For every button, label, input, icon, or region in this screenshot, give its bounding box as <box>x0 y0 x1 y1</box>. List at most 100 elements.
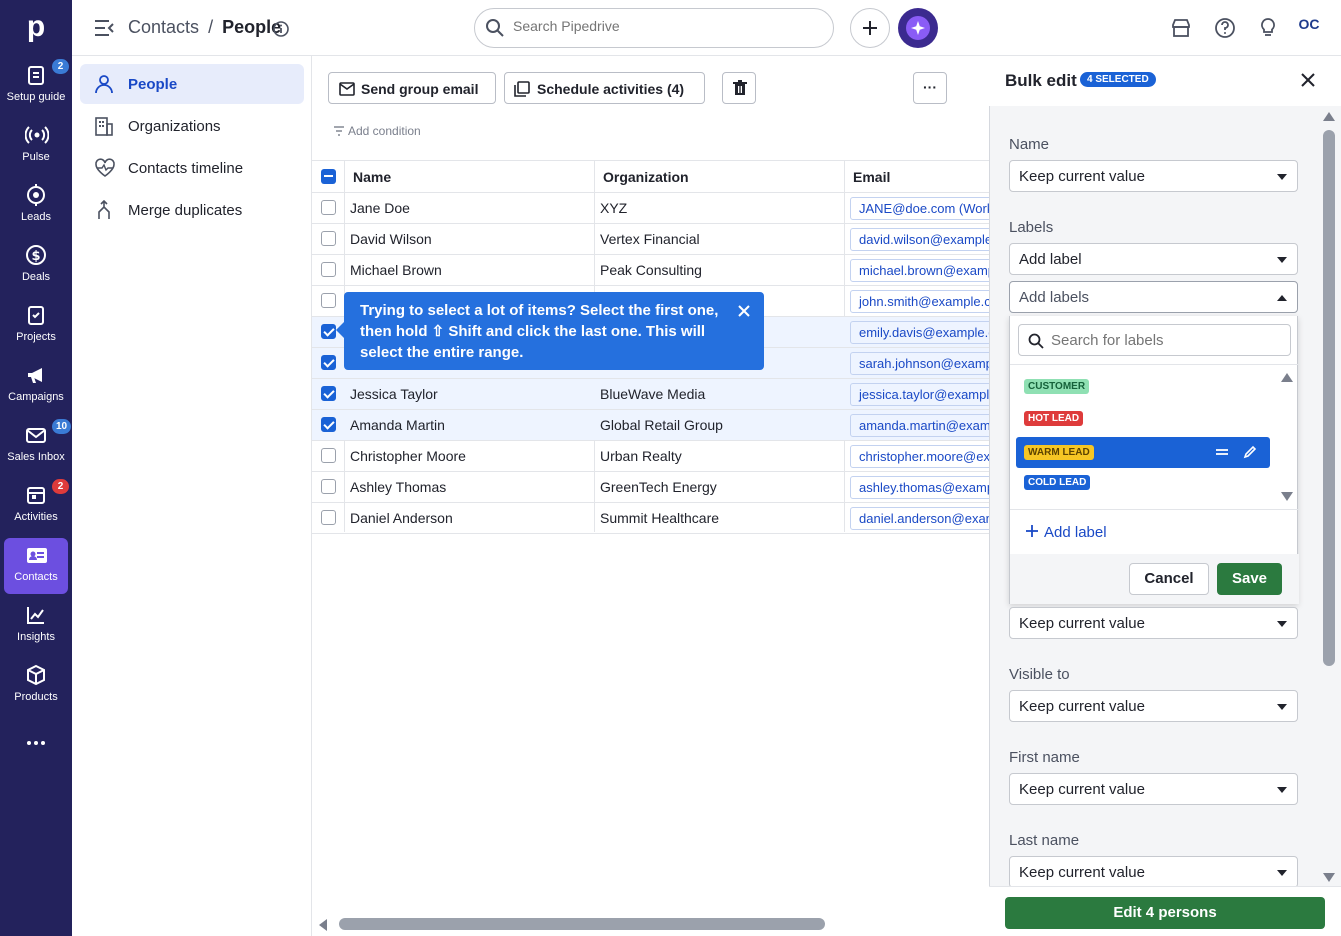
table-row[interactable]: Christopher Moore Urban Realty christopher… <box>312 441 1010 472</box>
nav-sales-inbox[interactable]: Sales Inbox 10 <box>4 418 72 474</box>
cell-email[interactable]: christopher.moore@example.com <box>850 445 1010 468</box>
nav-pulse[interactable]: Pulse <box>4 118 68 174</box>
column-header-organization[interactable]: Organization <box>603 161 689 193</box>
quick-add-button[interactable] <box>850 8 890 48</box>
save-button[interactable]: Save <box>1217 563 1282 595</box>
subnav-people[interactable]: People <box>80 64 304 104</box>
cell-name[interactable]: Amanda Martin <box>350 410 590 441</box>
table-row[interactable]: Daniel Anderson Summit Healthcare daniel.a… <box>312 503 1010 534</box>
cell-email[interactable]: john.smith@example.com <box>850 290 1010 313</box>
row-checkbox[interactable] <box>321 231 336 246</box>
row-checkbox[interactable] <box>321 293 336 308</box>
schedule-activities-button[interactable]: Schedule activities (4) <box>504 72 705 104</box>
cell-email[interactable]: jessica.taylor@example.com <box>850 383 1010 406</box>
marketplace-icon[interactable] <box>1170 17 1192 39</box>
row-checkbox[interactable] <box>321 417 336 432</box>
table-row[interactable]: Jane Doe XYZ JANE@doe.com (Work) <box>312 193 1010 224</box>
more-actions-button[interactable]: ··· <box>913 72 947 104</box>
lightbulb-icon[interactable] <box>1257 17 1279 39</box>
row-checkbox[interactable] <box>321 355 336 370</box>
add-label-link[interactable]: Add label <box>1026 524 1107 541</box>
label-search[interactable] <box>1018 324 1291 356</box>
cell-organization[interactable]: GreenTech Energy <box>600 472 840 503</box>
add-condition-link[interactable]: Add condition <box>333 124 421 138</box>
cell-name[interactable]: Daniel Anderson <box>350 503 590 534</box>
nav-activities[interactable]: Activities 2 <box>4 478 69 534</box>
cell-name[interactable]: Ashley Thomas <box>350 472 590 503</box>
scroll-down-icon[interactable] <box>1280 491 1294 503</box>
table-row[interactable]: Ashley Thomas GreenTech Energy ashley.thom… <box>312 472 1010 503</box>
send-group-email-button[interactable]: Send group email <box>328 72 496 104</box>
account-avatar[interactable]: OC <box>1292 16 1326 40</box>
panel-scrollbar[interactable] <box>1323 130 1335 666</box>
subnav-contacts-timeline[interactable]: Contacts timeline <box>80 148 304 188</box>
cell-email[interactable]: sarah.johnson@example.com <box>850 352 1010 375</box>
cell-organization[interactable]: XYZ <box>600 193 840 224</box>
nav-more[interactable] <box>4 718 68 758</box>
close-icon[interactable] <box>1301 73 1315 87</box>
visible-to-select[interactable]: Keep current value <box>1009 690 1298 722</box>
cell-email[interactable]: amanda.martin@example.com <box>850 414 1010 437</box>
column-header-name[interactable]: Name <box>353 161 391 193</box>
table-row[interactable]: Jessica Taylor BlueWave Media jessica.tayl… <box>312 379 1010 410</box>
cancel-button[interactable]: Cancel <box>1129 563 1209 595</box>
info-icon[interactable] <box>272 20 290 38</box>
nav-campaigns[interactable]: Campaigns <box>4 358 68 414</box>
cell-name[interactable]: Jane Doe <box>350 193 590 224</box>
cell-organization[interactable]: Urban Realty <box>600 441 840 472</box>
cell-organization[interactable]: Summit Healthcare <box>600 503 840 534</box>
row-checkbox[interactable] <box>321 448 336 463</box>
cell-email[interactable]: michael.brown@example.com <box>850 259 1010 282</box>
nav-contacts[interactable]: Contacts <box>4 538 68 594</box>
horizontal-scrollbar[interactable] <box>339 918 825 930</box>
help-icon[interactable] <box>1214 17 1236 39</box>
cell-email[interactable]: ashley.thomas@example.com <box>850 476 1010 499</box>
subnav-merge-duplicates[interactable]: Merge duplicates <box>80 190 304 230</box>
select-all-checkbox[interactable] <box>321 169 336 184</box>
field-select[interactable]: Keep current value <box>1009 607 1298 639</box>
name-select[interactable]: Keep current value <box>1009 160 1298 192</box>
cell-organization[interactable]: Peak Consulting <box>600 255 840 286</box>
cell-name[interactable]: Michael Brown <box>350 255 590 286</box>
nav-insights[interactable]: Insights <box>4 598 68 654</box>
label-option-cold-lead[interactable]: COLD LEAD <box>1018 469 1270 497</box>
subnav-organizations[interactable]: Organizations <box>80 106 304 146</box>
cell-organization[interactable]: BlueWave Media <box>600 379 840 410</box>
label-option-hot-lead[interactable]: HOT LEAD <box>1018 405 1270 433</box>
label-option-warm-lead[interactable]: WARM LEAD <box>1016 437 1270 468</box>
nav-products[interactable]: Products <box>4 658 68 714</box>
nav-leads[interactable]: Leads <box>4 178 68 234</box>
table-row[interactable]: Amanda Martin Global Retail Group amanda.m… <box>312 410 1010 441</box>
labels-select[interactable]: Add labels <box>1009 281 1298 313</box>
cell-email[interactable]: JANE@doe.com (Work) <box>850 197 1010 220</box>
cell-name[interactable]: Jessica Taylor <box>350 379 590 410</box>
table-row[interactable]: Michael Brown Peak Consulting michael.brow… <box>312 255 1010 286</box>
row-checkbox[interactable] <box>321 262 336 277</box>
drag-handle-icon[interactable] <box>1215 447 1229 457</box>
ai-assistant-button[interactable] <box>898 8 938 48</box>
first-name-select[interactable]: Keep current value <box>1009 773 1298 805</box>
label-action-select[interactable]: Add label <box>1009 243 1298 275</box>
row-checkbox[interactable] <box>321 479 336 494</box>
column-header-email[interactable]: Email <box>853 161 890 193</box>
label-option-customer[interactable]: CUSTOMER <box>1018 373 1270 401</box>
cell-email[interactable]: emily.davis@example.com <box>850 321 1010 344</box>
nav-deals[interactable]: $ Deals <box>4 238 68 294</box>
scroll-up-icon[interactable] <box>1280 371 1294 383</box>
scroll-up-icon[interactable] <box>1322 110 1336 122</box>
row-checkbox[interactable] <box>321 510 336 525</box>
delete-button[interactable] <box>722 72 756 104</box>
label-search-input[interactable] <box>1051 332 1281 349</box>
breadcrumb-parent[interactable]: Contacts <box>128 17 199 37</box>
pipedrive-logo[interactable]: p <box>22 10 50 44</box>
last-name-select[interactable]: Keep current value <box>1009 856 1298 888</box>
cell-email[interactable]: david.wilson@example.com <box>850 228 1010 251</box>
global-search[interactable] <box>474 8 834 48</box>
scroll-down-icon[interactable] <box>1322 872 1336 884</box>
collapse-menu-icon[interactable] <box>93 18 115 38</box>
row-checkbox[interactable] <box>321 200 336 215</box>
edit-persons-button[interactable]: Edit 4 persons <box>1005 897 1325 929</box>
table-row[interactable]: David Wilson Vertex Financial david.wilson… <box>312 224 1010 255</box>
row-checkbox[interactable] <box>321 324 336 339</box>
cell-name[interactable]: Christopher Moore <box>350 441 590 472</box>
